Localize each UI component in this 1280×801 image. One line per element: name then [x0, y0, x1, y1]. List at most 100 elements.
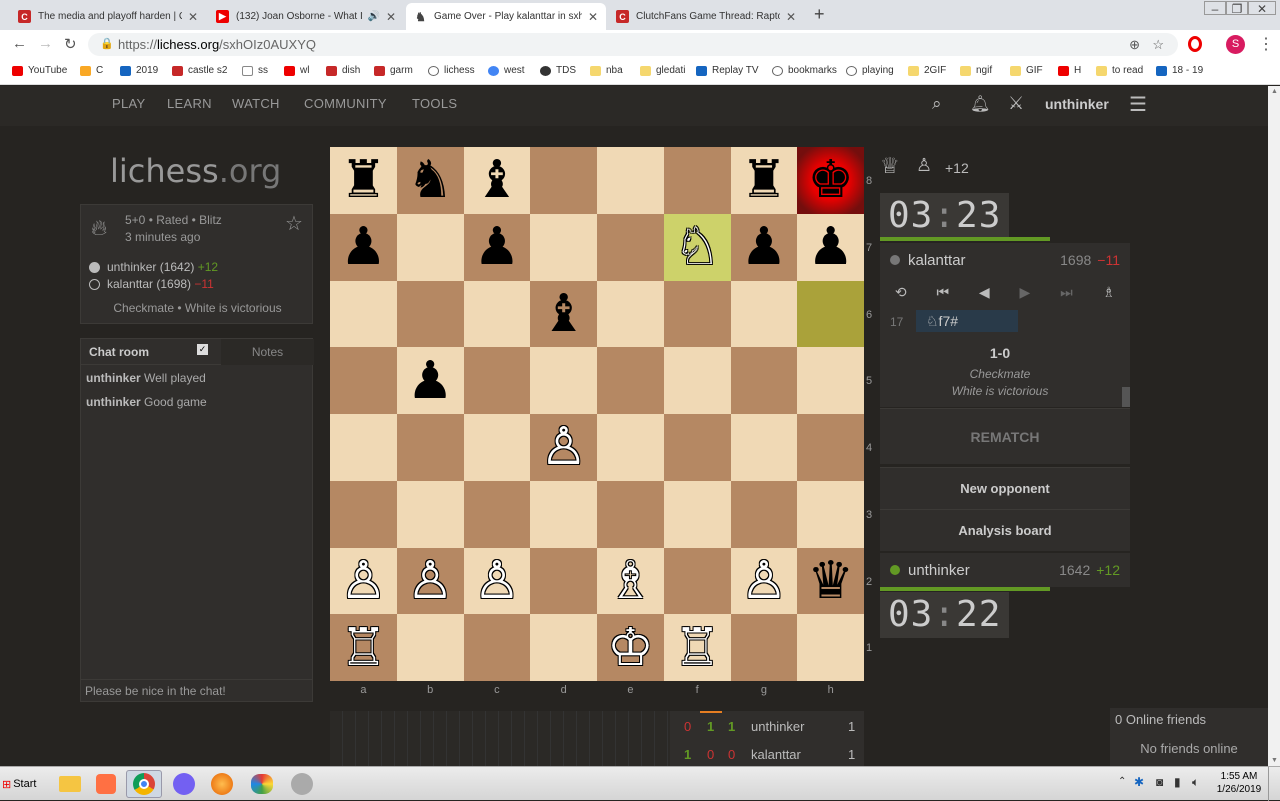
square-a7[interactable]: ♟: [330, 213, 397, 281]
square-h8[interactable]: ♚: [797, 147, 864, 214]
square-b1[interactable]: [396, 614, 464, 681]
bookmark-folder[interactable]: GIF: [1010, 65, 1043, 76]
next-move-icon[interactable]: ▶: [1019, 284, 1030, 301]
bookmark-item[interactable]: bookmarks: [772, 65, 837, 76]
black-king-piece[interactable]: ♚: [807, 154, 854, 206]
white-pawn-piece[interactable]: ♙: [340, 555, 387, 607]
square-e2[interactable]: ♗: [597, 547, 664, 615]
square-h4[interactable]: [797, 414, 864, 481]
search-icon[interactable]: ⌕: [932, 94, 942, 114]
bookmark-item[interactable]: playing: [846, 65, 894, 76]
bookmark-folder[interactable]: gledati: [640, 65, 685, 76]
bookmark-star-icon[interactable]: ☆: [285, 211, 303, 236]
bookmark-folder[interactable]: ngif: [960, 65, 992, 76]
bookmark-item[interactable]: TDS: [540, 65, 576, 76]
square-h1[interactable]: [797, 614, 864, 681]
bookmark-item[interactable]: garm: [374, 65, 413, 76]
bookmark-item[interactable]: lichess: [428, 65, 475, 76]
bookmark-item[interactable]: castle s2: [172, 65, 227, 76]
star-bookmark-icon[interactable]: ☆: [1152, 33, 1164, 56]
tray-app-icon[interactable]: ◙: [1156, 775, 1163, 789]
square-d4[interactable]: ♙: [530, 414, 597, 481]
show-desktop-button[interactable]: [1268, 767, 1280, 801]
white-king-piece[interactable]: ♔: [607, 622, 654, 674]
tray-expand-icon[interactable]: ⌃: [1118, 776, 1126, 787]
square-b3[interactable]: [396, 480, 464, 548]
media-center-icon[interactable]: [284, 770, 320, 798]
chess-board[interactable]: ♜ ♞ ♝ ♜ ♚ ♟ ♟ ♘ ♟ ♟ ♝ ♟ ♙ ♙ ♙ ♙ ♗ ♙ ♛ ♖ ♔ ♖: [330, 147, 864, 681]
square-a5[interactable]: [330, 347, 397, 414]
scroll-down-icon[interactable]: ▼: [1271, 757, 1278, 764]
close-icon[interactable]: ✕: [188, 10, 198, 24]
square-b2[interactable]: ♙: [396, 547, 464, 615]
black-bishop-piece[interactable]: ♝: [540, 288, 587, 340]
bookmark-folder[interactable]: to read: [1096, 65, 1143, 76]
clock-time[interactable]: 1:55 AM: [1214, 771, 1264, 782]
site-logo[interactable]: lichess.org: [110, 152, 281, 190]
bookmark-item[interactable]: YouTube: [12, 65, 67, 76]
new-tab-button[interactable]: +: [814, 4, 825, 25]
bookmark-folder[interactable]: nba: [590, 65, 623, 76]
new-opponent-button[interactable]: New opponent: [880, 467, 1130, 509]
bookmark-item[interactable]: west: [488, 65, 525, 76]
square-c8[interactable]: ♝: [463, 147, 531, 214]
square-e6[interactable]: [597, 280, 664, 348]
white-knight-piece[interactable]: ♘: [674, 221, 721, 273]
square-d6[interactable]: ♝: [530, 280, 597, 348]
square-f3[interactable]: [663, 480, 731, 548]
black-rook-piece[interactable]: ♜: [741, 154, 788, 206]
square-d1[interactable]: [530, 614, 597, 681]
nav-tools[interactable]: TOOLS: [412, 96, 457, 111]
restore-icon[interactable]: ❐: [1226, 1, 1248, 16]
nav-play[interactable]: PLAY: [112, 96, 145, 111]
paint-icon[interactable]: [244, 770, 280, 798]
volume-icon[interactable]: 🔈︎: [1192, 775, 1199, 790]
browser-tab-4[interactable]: C ClutchFans Game Thread: Raptors @ ✕: [608, 3, 804, 30]
bookmark-item[interactable]: Replay TV: [696, 65, 759, 76]
url-input[interactable]: 🔒 https://lichess.org/sxhOIz0AUXYQ ⊕ ☆: [88, 33, 1178, 56]
square-f2[interactable]: [663, 547, 731, 615]
browser-tab-2[interactable]: ▶ (132) Joan Osborne - What If G 🔊 ✕: [208, 3, 404, 30]
chat-input[interactable]: Please be nice in the chat!: [81, 679, 312, 701]
bookmark-item[interactable]: ss: [242, 65, 268, 76]
square-d2[interactable]: [530, 547, 597, 615]
network-icon[interactable]: ▮: [1174, 775, 1181, 789]
username-link[interactable]: unthinker: [1045, 96, 1109, 112]
square-c4[interactable]: [463, 414, 531, 481]
bottom-player-row[interactable]: unthinker 1642 +12: [880, 553, 1130, 587]
square-g1[interactable]: [730, 614, 798, 681]
analysis-board-button[interactable]: Analysis board: [880, 509, 1130, 551]
white-rook-piece[interactable]: ♖: [674, 622, 721, 674]
first-move-icon[interactable]: ⏮: [936, 284, 949, 301]
square-e8[interactable]: [597, 147, 664, 214]
square-d7[interactable]: [530, 213, 597, 281]
square-h2[interactable]: ♛: [797, 547, 864, 615]
bell-icon[interactable]: 🔔︎: [970, 94, 990, 114]
black-pawn-piece[interactable]: ♟: [407, 355, 454, 407]
square-g6[interactable]: [730, 280, 798, 348]
minimize-icon[interactable]: –: [1204, 1, 1226, 16]
nav-watch[interactable]: WATCH: [232, 96, 280, 111]
square-f7[interactable]: ♘: [663, 213, 731, 281]
square-c6[interactable]: [463, 280, 531, 348]
square-c7[interactable]: ♟: [463, 213, 531, 281]
page-scrollbar[interactable]: ▲ ▼: [1268, 86, 1280, 766]
square-f5[interactable]: [663, 347, 731, 414]
square-e7[interactable]: [597, 213, 664, 281]
square-a1[interactable]: ♖: [330, 614, 397, 681]
zoom-icon[interactable]: ⊕: [1129, 33, 1140, 56]
file-explorer-icon[interactable]: [52, 770, 88, 798]
square-a2[interactable]: ♙: [330, 547, 397, 615]
black-pawn-piece[interactable]: ♟: [741, 221, 788, 273]
square-c3[interactable]: [463, 480, 531, 548]
crosstable-player[interactable]: unthinker: [751, 719, 804, 734]
white-pawn-piece[interactable]: ♙: [540, 421, 587, 473]
square-a3[interactable]: [330, 480, 397, 548]
square-g3[interactable]: [730, 480, 798, 548]
nav-community[interactable]: COMMUNITY: [304, 96, 387, 111]
square-a8[interactable]: ♜: [330, 147, 397, 214]
square-e4[interactable]: [597, 414, 664, 481]
speaker-icon[interactable]: 🔊: [367, 11, 379, 22]
square-c5[interactable]: [463, 347, 531, 414]
square-b7[interactable]: [396, 213, 464, 281]
